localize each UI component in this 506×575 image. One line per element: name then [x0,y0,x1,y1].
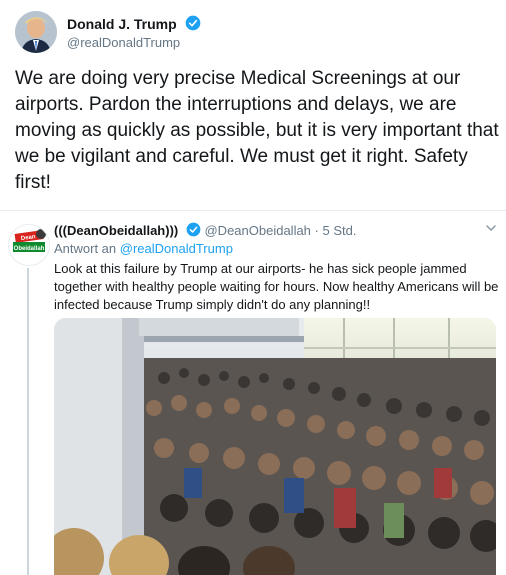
reply-author-handle[interactable]: @DeanObeidallah [204,223,310,238]
replying-to: Antwort an @realDonaldTrump [54,241,233,256]
profile-photo [15,11,57,53]
author-name[interactable]: Donald J. Trump [67,15,201,32]
chevron-down-icon[interactable] [485,222,497,234]
avatar[interactable] [15,11,57,53]
airport-crowd-image [54,318,496,575]
replying-label: Antwort an [54,241,117,256]
reply-time[interactable]: 5 Std. [323,223,357,238]
reply-author-name[interactable]: (((DeanObeidallah))) [54,223,178,238]
svg-text:Obeidallah: Obeidallah [14,246,45,252]
attached-photo[interactable] [54,318,496,575]
thread-line [27,268,29,575]
author-handle[interactable]: @realDonaldTrump [67,35,180,50]
verified-badge-icon [186,222,201,237]
reply-avatar[interactable]: Obeidallah Dean [8,224,50,266]
replying-mention[interactable]: @realDonaldTrump [120,241,233,256]
reply-header: (((DeanObeidallah))) @DeanObeidallah · 5… [54,222,356,238]
separator-dot: · [314,223,319,238]
reply-profile-logo: Obeidallah Dean [9,225,49,265]
verified-badge-icon [185,15,200,31]
tweet-text: We are doing very precise Medical Screen… [15,68,504,193]
author-name-text[interactable]: Donald J. Trump [67,16,177,32]
divider [0,210,506,211]
reply-text: Look at this failure by Trump at our air… [54,261,499,312]
